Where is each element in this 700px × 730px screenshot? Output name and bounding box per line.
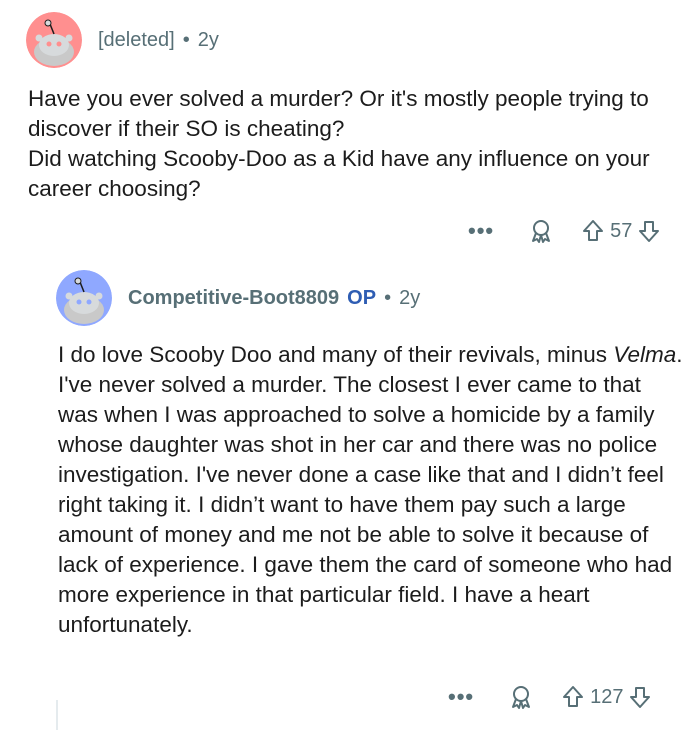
username[interactable]: Competitive-Boot8809: [128, 287, 339, 309]
upvote-icon[interactable]: [562, 685, 584, 709]
comment-meta: [deleted] • 2y: [98, 28, 219, 52]
comment-actions: ••• 127: [448, 682, 651, 712]
thread-line[interactable]: [56, 700, 58, 730]
comment-actions: ••• 57: [468, 216, 660, 246]
award-icon[interactable]: [508, 684, 534, 710]
username[interactable]: [deleted]: [98, 29, 175, 51]
comment-text: I do love Scooby Doo and many of their r…: [58, 340, 684, 640]
downvote-icon[interactable]: [638, 219, 660, 243]
comment-meta: Competitive-Boot8809 OP • 2y: [128, 286, 420, 310]
meta-separator: •: [182, 29, 190, 51]
comment-body: I do love Scooby Doo and many of their r…: [58, 340, 684, 640]
comment-text-line: Have you ever solved a murder? Or it's m…: [28, 86, 649, 141]
comment-body: Have you ever solved a murder? Or it's m…: [28, 84, 668, 204]
comment-age[interactable]: 2y: [399, 287, 420, 309]
more-options-icon[interactable]: •••: [448, 686, 474, 708]
italic-text: Velma: [613, 342, 677, 367]
comment-text-part: I do love Scooby Doo and many of their r…: [58, 342, 614, 367]
upvote-icon[interactable]: [582, 219, 604, 243]
comment-text-line: Did watching Scooby-Doo as a Kid have an…: [28, 146, 650, 201]
comment-thread: [deleted] • 2y Have you ever solved a murd…: [0, 0, 700, 730]
downvote-icon[interactable]: [629, 685, 651, 709]
vote-score: 127: [590, 685, 624, 708]
user-avatar[interactable]: [56, 270, 112, 326]
vote-control: 127: [562, 685, 651, 709]
comment-age[interactable]: 2y: [198, 29, 219, 51]
user-avatar[interactable]: [26, 12, 82, 68]
op-badge: OP: [347, 287, 377, 309]
more-options-icon[interactable]: •••: [468, 220, 494, 242]
meta-separator: •: [384, 287, 392, 309]
comment-text-part: . I've never solved a murder. The closes…: [58, 342, 683, 637]
vote-control: 57: [582, 219, 660, 243]
vote-score: 57: [610, 219, 633, 242]
award-icon[interactable]: [528, 218, 554, 244]
